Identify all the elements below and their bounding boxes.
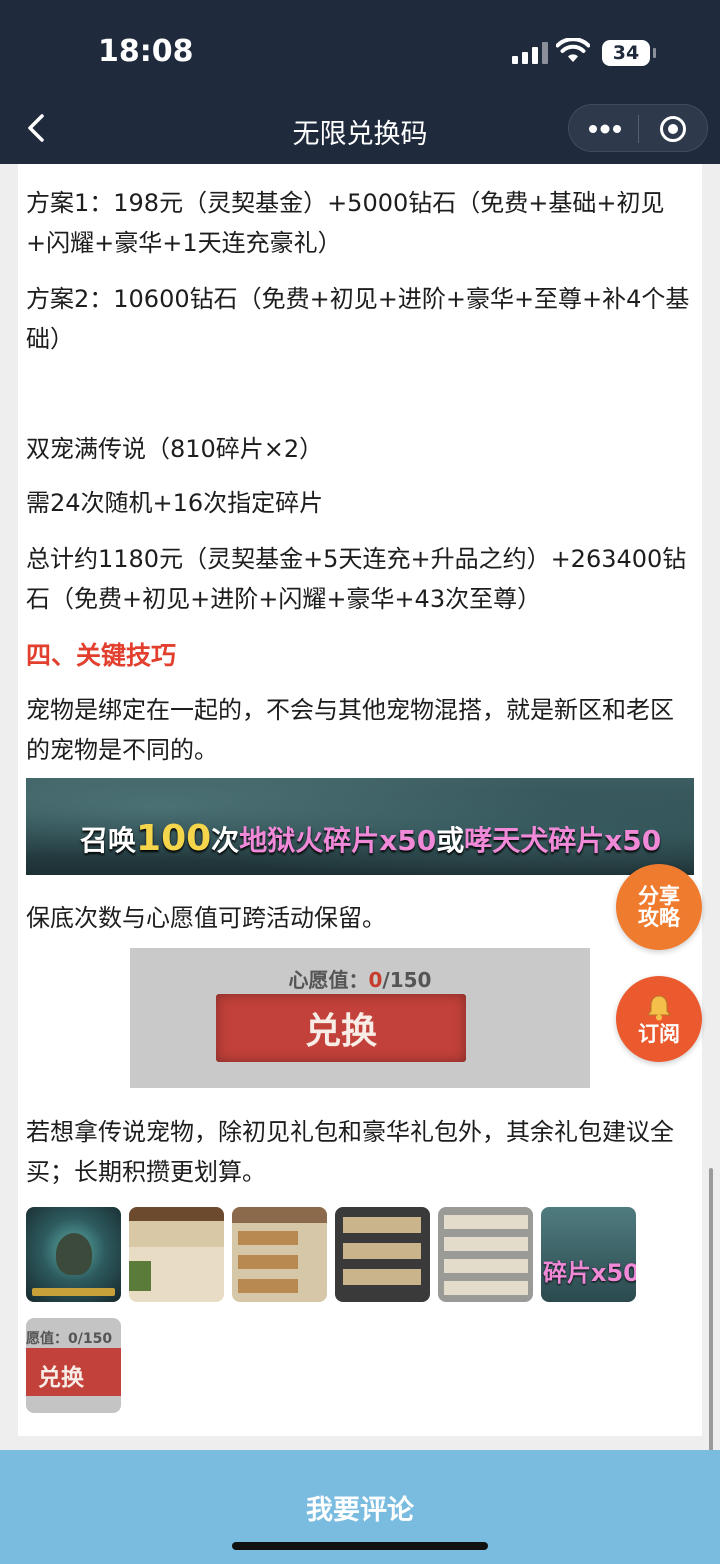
subscribe-label: 订阅 xyxy=(638,1022,680,1046)
home-indicator xyxy=(232,1542,488,1550)
tip2-text: 保底次数与心愿值可跨活动保留。 xyxy=(26,904,386,932)
exchange-button-image: 兑换 xyxy=(216,994,466,1062)
cellular-signal-icon xyxy=(512,42,548,64)
subscribe-button[interactable]: 订阅 xyxy=(616,976,702,1062)
app-header: 18:08 34 无限兑换码 xyxy=(0,0,720,164)
capsule-divider xyxy=(638,115,639,143)
wifi-icon xyxy=(556,38,590,62)
scrollbar[interactable] xyxy=(709,1168,713,1458)
summon-banner-image[interactable]: 召唤100次地狱火碎片x50或哮天犬碎片x50 xyxy=(26,778,694,875)
wish-value: 心愿值：0/150 xyxy=(130,964,590,993)
thumb6-caption: 碎片x50 xyxy=(543,1259,636,1287)
banner-number: 100 xyxy=(136,818,212,859)
section-title: 四、关键技巧 xyxy=(26,641,177,670)
comment-label: 我要评论 xyxy=(306,1495,414,1526)
share-guide-button[interactable]: 分享攻略 xyxy=(616,864,702,950)
double-pet-text: 双宠满传说（810碎片×2） xyxy=(26,435,324,463)
banner-caption: 召唤100次地狱火碎片x50或哮天犬碎片x50 xyxy=(80,818,661,859)
thumb7-button: 兑换 xyxy=(38,1365,84,1391)
bell-icon xyxy=(647,995,671,1021)
gallery-thumb-7[interactable]: 愿值：0/150 兑换 xyxy=(26,1318,121,1413)
banner-item-2: 哮天犬碎片x50 xyxy=(464,824,662,857)
more-icon[interactable] xyxy=(587,118,623,140)
wish-max: /150 xyxy=(382,968,432,992)
wish-current: 0 xyxy=(368,968,383,992)
gallery-thumb-2[interactable] xyxy=(129,1207,224,1302)
share-guide-label: 分享攻略 xyxy=(638,884,680,930)
gallery-thumb-6[interactable]: 碎片x50 xyxy=(541,1207,636,1302)
gallery-thumb-4[interactable] xyxy=(335,1207,430,1302)
gallery-thumb-5[interactable] xyxy=(438,1207,533,1302)
battery-indicator: 34 xyxy=(602,40,656,66)
banner-word-or: 或 xyxy=(436,824,465,857)
miniprogram-capsule xyxy=(568,104,708,152)
thumb7-wish: 愿值：0/150 xyxy=(26,1331,113,1347)
tip3-text: 若想拿传说宠物，除初见礼包和豪华礼包外，其余礼包建议全买；长期积攒更划算。 xyxy=(26,1118,674,1186)
banner-word-times: 次 xyxy=(211,824,240,857)
gallery-thumb-3[interactable] xyxy=(232,1207,327,1302)
status-time: 18:08 xyxy=(98,34,194,69)
tip1-text: 宠物是绑定在一起的，不会与其他宠物混搭，就是新区和老区的宠物是不同的。 xyxy=(26,696,674,764)
total-text: 总计约1180元（灵契基金+5天连充+升品之约）+263400钻石（免费+初见+… xyxy=(26,545,687,613)
exchange-image[interactable]: 心愿值：0/150 兑换 xyxy=(130,948,590,1088)
banner-word-summon: 召唤 xyxy=(80,824,137,857)
close-miniprogram-icon[interactable] xyxy=(659,115,687,143)
plan2-text: 方案2：10600钻石（免费+初见+进阶+豪华+至尊+补4个基础） xyxy=(26,285,690,353)
need-text: 需24次随机+16次指定碎片 xyxy=(26,489,324,517)
gallery-thumb-1[interactable] xyxy=(26,1207,121,1302)
banner-item-1: 地狱火碎片x50 xyxy=(239,824,437,857)
plan1-text: 方案1：198元（灵契基金）+5000钻石（免费+基础+初见+闪耀+豪华+1天连… xyxy=(26,189,665,257)
wish-label: 心愿值： xyxy=(288,968,369,992)
